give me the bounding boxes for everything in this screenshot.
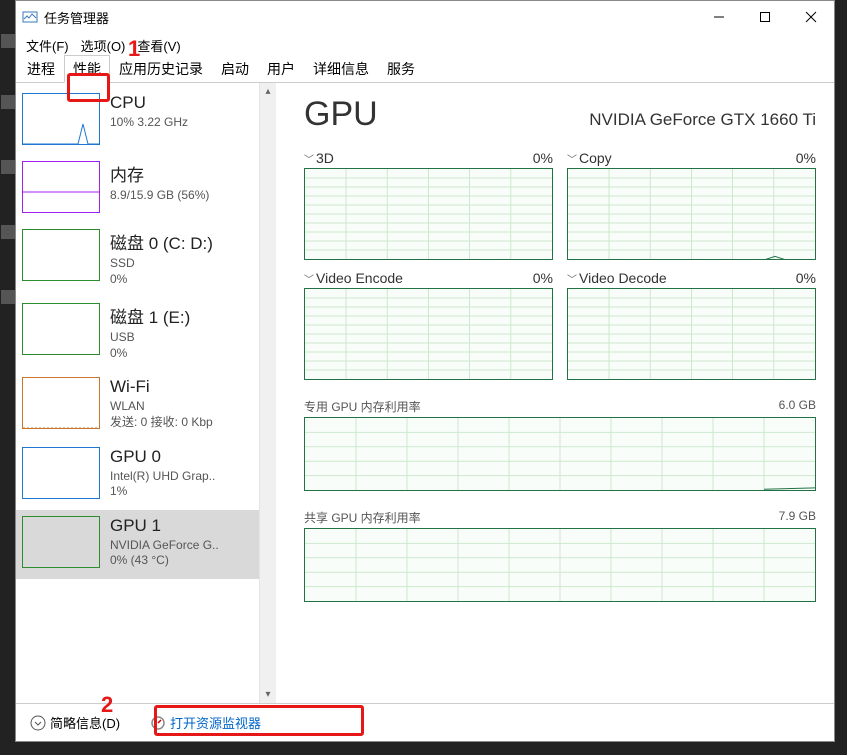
- sidebar-title: 磁盘 1 (E:): [110, 303, 253, 328]
- sidebar-item-gpu-1[interactable]: GPU 1 NVIDIA GeForce G..0% (43 °C): [16, 510, 259, 579]
- tab-users[interactable]: 用户: [258, 55, 304, 83]
- window-title: 任务管理器: [44, 8, 696, 27]
- performance-main: GPU NVIDIA GeForce GTX 1660 Ti ﹀3D0% ﹀Co…: [276, 83, 834, 703]
- sidebar-title: GPU 1: [110, 516, 253, 536]
- sidebar-sub1: 8.9/15.9 GB (56%): [110, 188, 253, 204]
- sidebar-item-gpu-0[interactable]: GPU 0 Intel(R) UHD Grap..1%: [16, 441, 259, 510]
- sidebar-thumb: [22, 229, 100, 281]
- scroll-down-icon[interactable]: ▾: [260, 686, 276, 703]
- graph-dedicated-memory[interactable]: [304, 417, 816, 491]
- chevron-down-icon[interactable]: ﹀: [567, 155, 577, 166]
- menu-options[interactable]: 选项(O): [75, 34, 132, 57]
- sidebar-title: 磁盘 0 (C: D:): [110, 229, 253, 254]
- sidebar-sub2: 0%: [110, 272, 253, 288]
- graph-vdec-pct: 0%: [796, 270, 816, 286]
- graph-video-encode[interactable]: [304, 288, 553, 380]
- sidebar-title: Wi-Fi: [110, 377, 253, 397]
- sidebar-title: GPU 0: [110, 447, 253, 467]
- sidebar-item--1-e-[interactable]: 磁盘 1 (E:) USB0%: [16, 297, 259, 371]
- graph-copy-pct: 0%: [796, 150, 816, 166]
- dedicated-max: 6.0 GB: [779, 398, 816, 415]
- taskmgr-icon: [22, 9, 38, 25]
- sidebar-sub2: 1%: [110, 484, 253, 500]
- sidebar-sub1: USB: [110, 330, 253, 346]
- footer: 简略信息(D) 打开资源监视器: [16, 703, 834, 741]
- graph-copy[interactable]: [567, 168, 816, 260]
- sidebar-item-cpu[interactable]: CPU 10% 3.22 GHz: [16, 87, 259, 155]
- sidebar-thumb: [22, 303, 100, 355]
- sidebar-item--[interactable]: 内存 8.9/15.9 GB (56%): [16, 155, 259, 223]
- dedicated-label: 专用 GPU 内存利用率: [304, 398, 421, 415]
- chevron-down-icon[interactable]: ﹀: [304, 155, 314, 166]
- tab-services[interactable]: 服务: [378, 55, 424, 83]
- tab-processes[interactable]: 进程: [18, 55, 64, 83]
- main-title: GPU: [304, 95, 378, 134]
- open-resource-monitor-label: 打开资源监视器: [170, 713, 261, 732]
- maximize-button[interactable]: [742, 1, 788, 33]
- sidebar-sub2: 0%: [110, 346, 253, 362]
- graph-video-decode[interactable]: [567, 288, 816, 380]
- minimize-button[interactable]: [696, 1, 742, 33]
- sidebar-title: CPU: [110, 93, 253, 113]
- sidebar-thumb: [22, 161, 100, 213]
- sidebar-sub1: Intel(R) UHD Grap..: [110, 469, 253, 485]
- resource-monitor-icon: [150, 715, 166, 731]
- brief-info-label: 简略信息(D): [50, 713, 120, 732]
- brief-info-button[interactable]: 简略信息(D): [24, 711, 126, 734]
- menu-file[interactable]: 文件(F): [20, 34, 75, 57]
- chevron-down-icon[interactable]: ﹀: [304, 275, 314, 286]
- shared-max: 7.9 GB: [779, 509, 816, 526]
- sidebar-sub1: 10% 3.22 GHz: [110, 115, 253, 131]
- sidebar-thumb: [22, 516, 100, 568]
- sidebar-title: 内存: [110, 161, 253, 186]
- graph-venc-pct: 0%: [533, 270, 553, 286]
- graph-3d[interactable]: [304, 168, 553, 260]
- sidebar-sub1: SSD: [110, 256, 253, 272]
- graph-3d-label: 3D: [316, 150, 334, 166]
- sidebar-scrollbar[interactable]: ▴ ▾: [259, 83, 276, 703]
- sidebar-thumb: [22, 377, 100, 429]
- main-subtitle: NVIDIA GeForce GTX 1660 Ti: [589, 110, 816, 130]
- graph-copy-label: Copy: [579, 150, 612, 166]
- tab-startup[interactable]: 启动: [212, 55, 258, 83]
- sidebar-thumb: [22, 447, 100, 499]
- tab-performance[interactable]: 性能: [64, 55, 110, 83]
- chevron-down-icon[interactable]: ﹀: [567, 275, 577, 286]
- graph-vdec-label: Video Decode: [579, 270, 667, 286]
- tab-apphistory[interactable]: 应用历史记录: [110, 55, 212, 83]
- sidebar-thumb: [22, 93, 100, 145]
- menu-view[interactable]: 查看(V): [131, 34, 186, 57]
- sidebar-sub1: WLAN: [110, 399, 253, 415]
- tab-strip: 进程 性能 应用历史记录 启动 用户 详细信息 服务: [16, 57, 834, 83]
- shared-label: 共享 GPU 内存利用率: [304, 509, 421, 526]
- graph-venc-label: Video Encode: [316, 270, 403, 286]
- performance-sidebar: CPU 10% 3.22 GHz 内存 8.9/15.9 GB (56%) 磁盘 0 (…: [16, 83, 276, 703]
- titlebar: 任务管理器: [16, 1, 834, 33]
- scroll-up-icon[interactable]: ▴: [260, 83, 276, 100]
- sidebar-item--0-c-d-[interactable]: 磁盘 0 (C: D:) SSD0%: [16, 223, 259, 297]
- graph-3d-pct: 0%: [533, 150, 553, 166]
- chevron-down-circle-icon: [30, 715, 46, 731]
- close-button[interactable]: [788, 1, 834, 33]
- tab-details[interactable]: 详细信息: [304, 55, 378, 83]
- open-resource-monitor-button[interactable]: 打开资源监视器: [144, 711, 267, 734]
- sidebar-sub2: 发送: 0 接收: 0 Kbp: [110, 415, 253, 431]
- sidebar-sub1: NVIDIA GeForce G..: [110, 538, 253, 554]
- sidebar-sub2: 0% (43 °C): [110, 553, 253, 569]
- graph-shared-memory[interactable]: [304, 528, 816, 602]
- task-manager-window: 任务管理器 文件(F) 选项(O) 查看(V) 进程 性能 应用历史记录 启动 …: [15, 0, 835, 742]
- sidebar-item-wi-fi[interactable]: Wi-Fi WLAN发送: 0 接收: 0 Kbp: [16, 371, 259, 440]
- menubar: 文件(F) 选项(O) 查看(V): [16, 33, 834, 57]
